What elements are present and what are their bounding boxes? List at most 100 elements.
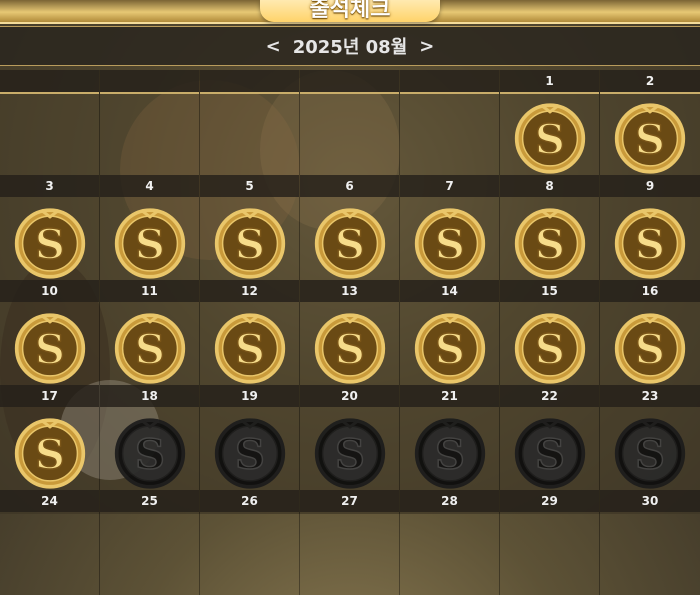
day-number: 23 — [600, 385, 700, 407]
gold-s-coin-icon: S — [313, 205, 387, 279]
grey-s-coin-icon: S — [613, 415, 687, 489]
calendar-day-cell[interactable]: 3 S — [0, 175, 100, 280]
calendar-day-cell — [300, 70, 400, 175]
svg-text:S: S — [635, 219, 665, 268]
day-number: 24 — [0, 490, 99, 512]
svg-text:S: S — [235, 219, 265, 268]
day-number — [100, 70, 199, 94]
calendar-day-cell[interactable]: 16 S — [600, 280, 700, 385]
calendar-day-cell[interactable]: 26 — [200, 490, 300, 595]
day-number: 20 — [300, 385, 399, 407]
grey-s-coin-icon: S — [513, 415, 587, 489]
grey-s-coin-icon: S — [413, 415, 487, 489]
day-number: 5 — [200, 175, 299, 197]
calendar-day-cell[interactable]: 27 — [300, 490, 400, 595]
calendar-week: 24 25 26 27 28 29 30 — [0, 490, 700, 595]
svg-text:S: S — [435, 324, 465, 373]
svg-text:S: S — [635, 114, 665, 163]
day-number — [200, 70, 299, 94]
calendar-day-cell[interactable]: 14 S — [400, 280, 500, 385]
page-title: 출석체크 — [309, 0, 391, 22]
calendar-day-cell[interactable]: 21 S — [400, 385, 500, 490]
day-number: 25 — [100, 490, 199, 512]
calendar-day-cell — [0, 70, 100, 175]
svg-text:S: S — [635, 429, 665, 478]
calendar-day-cell[interactable]: 11 S — [100, 280, 200, 385]
day-number: 11 — [100, 280, 199, 302]
day-number: 6 — [300, 175, 399, 197]
calendar-day-cell[interactable]: 23 S — [600, 385, 700, 490]
gold-s-coin-icon: S — [513, 100, 587, 174]
calendar-day-cell[interactable]: 24 — [0, 490, 100, 595]
day-number: 2 — [600, 70, 700, 94]
grey-s-coin-icon: S — [213, 415, 287, 489]
next-month-button[interactable]: > — [419, 36, 434, 57]
day-number: 1 — [500, 70, 599, 94]
day-number: 21 — [400, 385, 499, 407]
calendar-day-cell[interactable]: 22 S — [500, 385, 600, 490]
calendar-day-cell[interactable]: 29 — [500, 490, 600, 595]
calendar-day-cell[interactable]: 4 S — [100, 175, 200, 280]
day-number: 16 — [600, 280, 700, 302]
calendar-day-cell[interactable]: 6 S — [300, 175, 400, 280]
gold-s-coin-icon: S — [213, 205, 287, 279]
day-number: 15 — [500, 280, 599, 302]
gold-s-coin-icon: S — [13, 205, 87, 279]
calendar-day-cell[interactable]: 9 S — [600, 175, 700, 280]
calendar-day-cell[interactable]: 12 S — [200, 280, 300, 385]
calendar-week: 10 S 11 S 12 S 13 S 14 S 15 S 16 S — [0, 280, 700, 385]
calendar-week: 17 S 18 S 19 S 20 S 21 S 22 S 23 S — [0, 385, 700, 490]
day-number: 22 — [500, 385, 599, 407]
day-number — [300, 70, 399, 94]
gold-s-coin-icon: S — [513, 205, 587, 279]
calendar-day-cell[interactable]: 28 — [400, 490, 500, 595]
gold-s-coin-icon: S — [413, 205, 487, 279]
day-number: 18 — [100, 385, 199, 407]
day-number — [0, 70, 99, 94]
calendar-day-cell[interactable]: 1 S — [500, 70, 600, 175]
calendar-day-cell[interactable]: 2 S — [600, 70, 700, 175]
gold-s-coin-icon: S — [513, 310, 587, 384]
calendar-day-cell[interactable]: 7 S — [400, 175, 500, 280]
calendar-day-cell[interactable]: 8 S — [500, 175, 600, 280]
calendar-day-cell[interactable]: 25 — [100, 490, 200, 595]
calendar-day-cell[interactable]: 20 S — [300, 385, 400, 490]
calendar-day-cell[interactable]: 19 S — [200, 385, 300, 490]
calendar-day-cell[interactable]: 10 S — [0, 280, 100, 385]
day-number: 4 — [100, 175, 199, 197]
calendar-day-cell[interactable]: 30 — [600, 490, 700, 595]
svg-text:S: S — [135, 324, 165, 373]
svg-text:S: S — [235, 429, 265, 478]
header-banner: 출석체크 — [0, 0, 700, 24]
gold-s-coin-icon: S — [113, 205, 187, 279]
day-number: 26 — [200, 490, 299, 512]
gold-s-coin-icon: S — [13, 415, 87, 489]
svg-text:S: S — [235, 324, 265, 373]
gold-s-coin-icon: S — [313, 310, 387, 384]
svg-text:S: S — [535, 114, 565, 163]
calendar-day-cell[interactable]: 17 S — [0, 385, 100, 490]
day-number: 27 — [300, 490, 399, 512]
day-number: 10 — [0, 280, 99, 302]
day-number: 29 — [500, 490, 599, 512]
calendar-day-cell[interactable]: 18 S — [100, 385, 200, 490]
prev-month-button[interactable]: < — [266, 36, 281, 57]
calendar-day-cell[interactable]: 15 S — [500, 280, 600, 385]
gold-s-coin-icon: S — [613, 310, 687, 384]
day-number: 7 — [400, 175, 499, 197]
svg-text:S: S — [335, 429, 365, 478]
calendar-day-cell[interactable]: 13 S — [300, 280, 400, 385]
grey-s-coin-icon: S — [313, 415, 387, 489]
calendar-day-cell — [400, 70, 500, 175]
day-number — [400, 70, 499, 94]
day-number: 8 — [500, 175, 599, 197]
month-label: 2025년 08월 — [292, 37, 408, 58]
calendar-week: 3 S 4 S 5 S 6 S 7 S 8 S 9 S — [0, 175, 700, 280]
calendar-week: 1 S 2 S — [0, 70, 700, 175]
gold-s-coin-icon: S — [613, 100, 687, 174]
svg-text:S: S — [35, 429, 65, 478]
svg-text:S: S — [535, 324, 565, 373]
svg-text:S: S — [35, 324, 65, 373]
calendar-day-cell[interactable]: 5 S — [200, 175, 300, 280]
svg-text:S: S — [535, 429, 565, 478]
